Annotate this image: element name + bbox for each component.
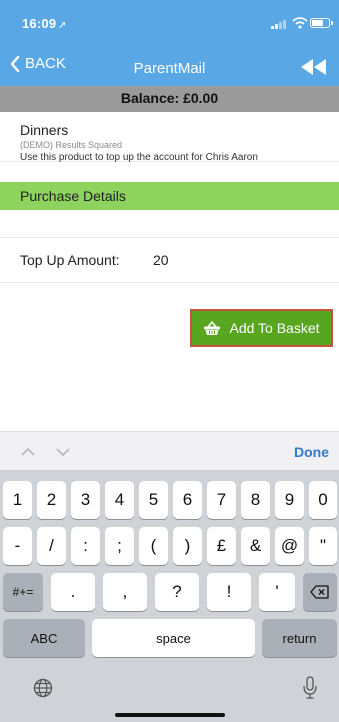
key-6[interactable]: 6 bbox=[173, 481, 202, 519]
chevron-up-icon[interactable] bbox=[20, 444, 36, 460]
key-hyphen[interactable]: - bbox=[3, 527, 32, 565]
key-3[interactable]: 3 bbox=[71, 481, 100, 519]
wifi-icon bbox=[292, 17, 308, 29]
key-question[interactable]: ? bbox=[155, 573, 199, 611]
home-indicator[interactable] bbox=[115, 713, 225, 717]
chevron-down-icon[interactable] bbox=[55, 444, 71, 460]
numeric-keyboard: 1 2 3 4 5 6 7 8 9 0 - / : ; ( ) £ & @ " … bbox=[0, 470, 339, 722]
backspace-icon bbox=[310, 585, 329, 599]
signal-icon bbox=[271, 19, 289, 29]
key-pound[interactable]: £ bbox=[207, 527, 236, 565]
done-button[interactable]: Done bbox=[294, 444, 329, 460]
product-info: Dinners (DEMO) Results Squared Use this … bbox=[0, 112, 339, 163]
product-description: Use this product to top up the account f… bbox=[20, 152, 258, 163]
key-period[interactable]: . bbox=[51, 573, 95, 611]
location-icon: ➚ bbox=[58, 20, 67, 31]
key-abc[interactable]: ABC bbox=[3, 619, 85, 657]
key-slash[interactable]: / bbox=[37, 527, 66, 565]
status-time: 16:09 ➚ bbox=[22, 16, 67, 31]
balance-bar: Balance: £0.00 bbox=[0, 86, 339, 112]
divider bbox=[0, 282, 339, 283]
key-apostrophe[interactable]: ' bbox=[259, 573, 295, 611]
key-exclamation[interactable]: ! bbox=[207, 573, 251, 611]
app-title: ParentMail bbox=[133, 60, 206, 77]
key-space[interactable]: space bbox=[92, 619, 255, 657]
product-name: Dinners bbox=[20, 122, 69, 138]
product-provider: (DEMO) Results Squared bbox=[20, 140, 123, 150]
add-to-basket-label: Add To Basket bbox=[229, 320, 320, 336]
purchase-details-header: Purchase Details bbox=[0, 182, 339, 210]
topup-label: Top Up Amount: bbox=[20, 252, 120, 268]
key-9[interactable]: 9 bbox=[275, 481, 304, 519]
key-1[interactable]: 1 bbox=[3, 481, 32, 519]
nav-bar: BACK ParentMail bbox=[0, 50, 339, 86]
key-return[interactable]: return bbox=[262, 619, 337, 657]
key-0[interactable]: 0 bbox=[309, 481, 337, 519]
battery-icon bbox=[310, 18, 333, 28]
key-colon[interactable]: : bbox=[71, 527, 100, 565]
globe-icon[interactable] bbox=[33, 678, 53, 698]
topup-amount-field[interactable]: 20 bbox=[153, 252, 169, 268]
microphone-icon[interactable] bbox=[302, 676, 318, 700]
key-close-paren[interactable]: ) bbox=[173, 527, 202, 565]
top-bar: 16:09 ➚ BACK ParentMail bbox=[0, 0, 339, 86]
key-symbols-toggle[interactable]: #+= bbox=[3, 573, 43, 611]
basket-icon bbox=[204, 320, 221, 335]
keyboard-accessory-bar: Done bbox=[0, 431, 339, 470]
key-comma[interactable]: , bbox=[103, 573, 147, 611]
key-4[interactable]: 4 bbox=[105, 481, 134, 519]
key-open-paren[interactable]: ( bbox=[139, 527, 168, 565]
add-to-basket-button[interactable]: Add To Basket bbox=[190, 309, 333, 347]
key-7[interactable]: 7 bbox=[207, 481, 236, 519]
key-backspace[interactable] bbox=[303, 573, 337, 611]
rewind-icon[interactable] bbox=[299, 58, 327, 76]
key-ampersand[interactable]: & bbox=[241, 527, 270, 565]
key-quote[interactable]: " bbox=[309, 527, 337, 565]
topup-row[interactable]: Top Up Amount: 20 bbox=[0, 238, 339, 282]
status-bar: 16:09 ➚ bbox=[0, 0, 339, 44]
key-2[interactable]: 2 bbox=[37, 481, 66, 519]
key-8[interactable]: 8 bbox=[241, 481, 270, 519]
key-semicolon[interactable]: ; bbox=[105, 527, 134, 565]
key-at[interactable]: @ bbox=[275, 527, 304, 565]
key-5[interactable]: 5 bbox=[139, 481, 168, 519]
